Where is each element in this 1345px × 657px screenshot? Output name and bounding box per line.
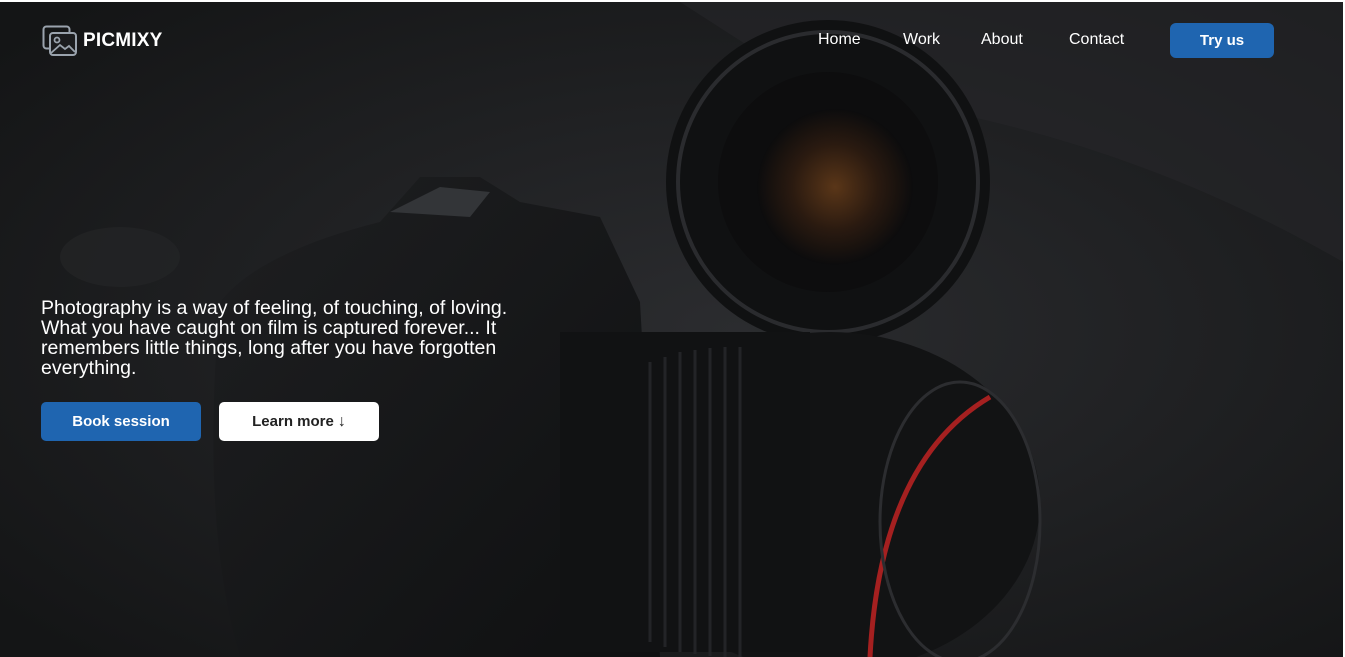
learn-more-label: Learn more xyxy=(252,413,334,430)
hero-section: PICMIXY Home Work About Contact Try us P… xyxy=(0,2,1343,657)
arrow-down-icon: ↓ xyxy=(337,412,346,430)
try-us-button[interactable]: Try us xyxy=(1170,23,1274,58)
image-gallery-icon xyxy=(42,25,77,56)
nav-link-home[interactable]: Home xyxy=(818,31,861,49)
nav-link-contact[interactable]: Contact xyxy=(1069,31,1124,49)
book-session-button[interactable]: Book session xyxy=(41,402,201,441)
brand-name: PICMIXY xyxy=(83,30,163,51)
hero-quote: Photography is a way of feeling, of touc… xyxy=(41,297,508,379)
learn-more-button[interactable]: Learn more ↓ xyxy=(219,402,379,441)
nav-link-work[interactable]: Work xyxy=(903,31,940,49)
nav-link-about[interactable]: About xyxy=(981,31,1023,49)
brand-logo[interactable]: PICMIXY xyxy=(42,25,163,57)
